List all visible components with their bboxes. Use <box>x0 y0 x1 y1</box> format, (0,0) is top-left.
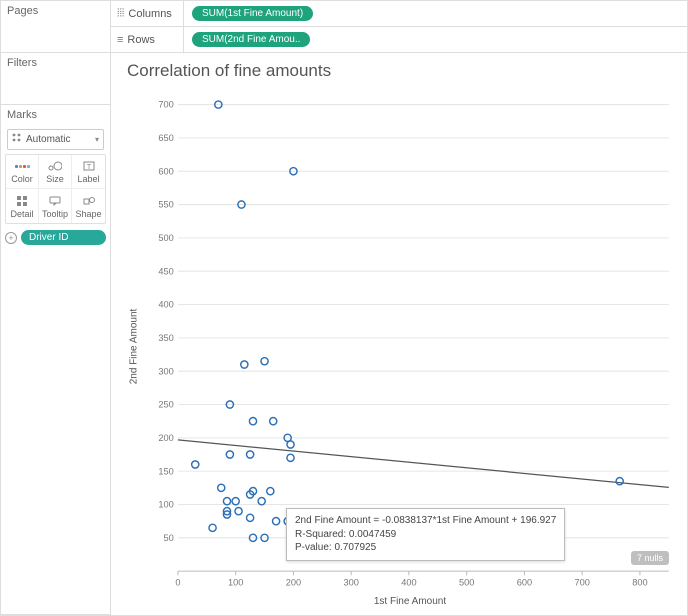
svg-text:300: 300 <box>158 366 173 376</box>
svg-text:100: 100 <box>228 578 243 588</box>
color-icon <box>15 159 30 173</box>
y-axis-title: 2nd Fine Amount <box>129 308 140 384</box>
x-axis-title: 1st Fine Amount <box>143 594 677 607</box>
svg-text:350: 350 <box>158 333 173 343</box>
svg-text:500: 500 <box>459 578 474 588</box>
label-icon: T <box>83 159 95 173</box>
svg-text:250: 250 <box>158 400 173 410</box>
svg-text:600: 600 <box>517 578 532 588</box>
viz-area: Correlation of fine amounts 2nd Fine Amo… <box>111 53 687 615</box>
marks-label: Marks <box>1 105 110 125</box>
shape-button[interactable]: Shape <box>72 189 105 223</box>
svg-text:200: 200 <box>158 433 173 443</box>
scatter-plot[interactable]: 50 100 150 200 250 300 350 400 450 500 550 600 650 70… <box>143 85 677 594</box>
marks-panel: Marks Automatic ▾ Color Size <box>1 105 110 615</box>
svg-text:500: 500 <box>158 233 173 243</box>
marks-detail-row: + Driver ID <box>5 230 106 245</box>
label-button[interactable]: T Label <box>72 155 105 189</box>
pages-label: Pages <box>1 1 110 21</box>
columns-shelf[interactable]: ⦙⦙⦙ Columns SUM(1st Fine Amount) <box>111 1 687 27</box>
rows-shelf[interactable]: ≡ Rows SUM(2nd Fine Amou.. <box>111 27 687 53</box>
detail-button[interactable]: Detail <box>6 189 39 223</box>
svg-text:550: 550 <box>158 200 173 210</box>
svg-text:600: 600 <box>158 166 173 176</box>
driver-id-pill[interactable]: Driver ID <box>21 230 106 245</box>
tooltip-icon <box>49 194 61 208</box>
marks-card-grid: Color Size T Label Detail Tooltip <box>5 154 106 224</box>
shelves: ⦙⦙⦙ Columns SUM(1st Fine Amount) ≡ Rows … <box>111 1 687 53</box>
svg-text:100: 100 <box>158 500 173 510</box>
svg-text:0: 0 <box>175 578 180 588</box>
nulls-indicator[interactable]: 7 nulls <box>631 551 669 565</box>
size-button[interactable]: Size <box>39 155 72 189</box>
color-button[interactable]: Color <box>6 155 39 189</box>
svg-text:150: 150 <box>158 466 173 476</box>
detail-icon <box>17 194 27 208</box>
columns-icon: ⦙⦙⦙ <box>117 7 124 20</box>
plus-icon[interactable]: + <box>5 232 17 244</box>
columns-label: Columns <box>128 8 171 20</box>
tooltip-button[interactable]: Tooltip <box>39 189 72 223</box>
rows-label: Rows <box>127 34 155 46</box>
marks-type-label: Automatic <box>26 134 70 145</box>
rows-pill[interactable]: SUM(2nd Fine Amou.. <box>192 32 310 47</box>
pages-panel: Pages <box>1 1 110 53</box>
svg-text:450: 450 <box>158 266 173 276</box>
svg-text:50: 50 <box>164 533 174 543</box>
svg-text:T: T <box>86 164 91 171</box>
filters-label: Filters <box>1 53 110 73</box>
svg-text:200: 200 <box>286 578 301 588</box>
svg-text:650: 650 <box>158 133 173 143</box>
side-panels: Pages Filters Marks Automatic ▾ Color <box>1 1 111 615</box>
chevron-down-icon: ▾ <box>95 135 99 144</box>
svg-text:300: 300 <box>343 578 358 588</box>
svg-text:800: 800 <box>632 578 647 588</box>
svg-text:700: 700 <box>574 578 589 588</box>
shape-icon <box>83 194 95 208</box>
svg-text:400: 400 <box>401 578 416 588</box>
marks-type-dropdown[interactable]: Automatic ▾ <box>7 129 104 150</box>
svg-text:700: 700 <box>158 100 173 110</box>
svg-text:400: 400 <box>158 300 173 310</box>
rows-icon: ≡ <box>117 34 123 46</box>
automatic-icon <box>12 133 22 146</box>
size-icon <box>48 159 62 173</box>
columns-pill[interactable]: SUM(1st Fine Amount) <box>192 6 313 21</box>
filters-panel: Filters <box>1 53 110 105</box>
chart-title: Correlation of fine amounts <box>127 61 677 81</box>
